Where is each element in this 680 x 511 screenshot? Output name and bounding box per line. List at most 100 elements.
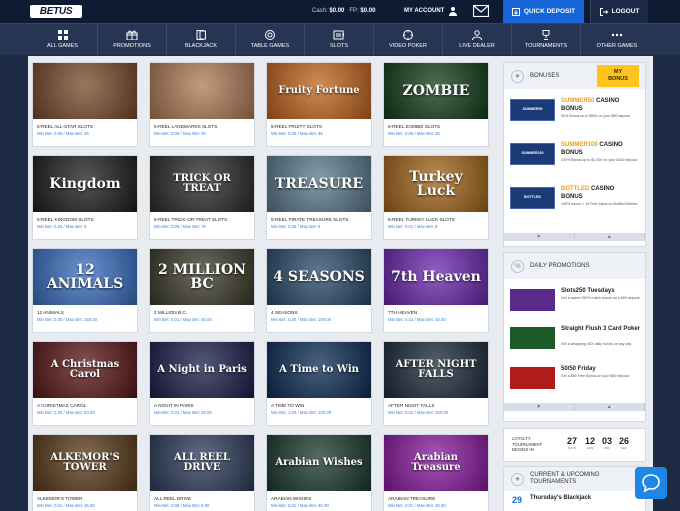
quick-deposit-label: QUICK DEPOSIT [523,8,576,15]
game-title: 7TH HEAVEN [388,310,418,315]
game-tile[interactable]: TRICK OR TREAT 5-REEL TRICK-OR-TREAT SLOT… [149,155,255,240]
game-title: 5-REEL TURKEY LUCK SLOTS [388,217,455,222]
game-tile[interactable]: A Night in Paris A NIGHT IN PARIS Min Bet:… [149,341,255,426]
game-bet-range: Min Bet: 0.05 / Max Bet: 45 [154,131,206,136]
promotion-image [510,367,555,389]
game-thumbnail[interactable]: TRICK OR TREAT [150,156,254,212]
game-art-title: A Christmas Carol [50,359,120,380]
trophy-icon: ★ [511,472,524,486]
game-thumbnail[interactable]: Turkey Luck [384,156,488,212]
nav-video-poker[interactable]: VIDEO POKER [374,24,443,56]
bonus-title-rest: CASINO [594,98,620,104]
game-thumbnail[interactable]: 12 ANIMALS [33,249,137,305]
game-tile[interactable]: ALL REEL DRIVE ALL REEL DRIVE Min Bet: 0.0… [149,434,255,511]
nav-other-games[interactable]: OTHER GAMES [581,24,653,56]
game-title: ARABIAN WISHES [271,496,312,501]
game-art-title: Arabian Wishes [275,457,363,468]
loyalty-countdown: LOYALTY TOURNAMENT BEGINS IN 27 DAYS 12 HRS … [503,428,646,462]
game-bet-range: Min Bet: 0.01 / Max Bet: 45.00 [388,503,446,508]
game-tile[interactable]: Arabian Treasure ARABIAN TREASURE Min Bet:… [383,434,489,511]
deposit-icon [511,7,520,16]
game-title: 5-REEL ZOMBIE SLOTS [388,124,441,129]
game-tile[interactable]: 5-REEL LANDMARKS SLOTS Min Bet: 0.05 / Ma… [149,62,255,147]
bonus-desc: 50% Bonus up to $500 on your $50 deposit [561,114,630,118]
tournament-title[interactable]: Thursday's Blackjack [530,495,591,501]
game-title: A CHRISTMAS CAROL [37,403,87,408]
game-tile[interactable]: AFTER NIGHT FALLS AFTER NIGHT FALLS Min Be… [383,341,489,426]
game-tile[interactable]: 2 MILLION BC 2 MILLION B.C. Min Bet: 0.01 … [149,248,255,333]
bonus-code: SUMMER50 [561,98,595,104]
nav-live-dealer[interactable]: LIVE DEALER [443,24,512,56]
game-thumbnail[interactable]: ZOMBIE [384,63,488,119]
game-tile[interactable]: A Time to Win A TIME TO WIN Min Bet: 1.00 … [266,341,372,426]
mail-button[interactable] [470,3,492,20]
game-thumbnail[interactable]: ALKEMOR'S TOWER [33,435,137,491]
nav-blackjack[interactable]: BLACKJACK [167,24,236,56]
chip-icon [265,30,275,40]
game-thumbnail[interactable]: Arabian Wishes [267,435,371,491]
game-title: A NIGHT IN PARIS [154,403,194,408]
scroll-down-button[interactable]: ▼ [504,403,575,411]
game-thumbnail[interactable]: Arabian Treasure [384,435,488,491]
game-title: A TIME TO WIN [271,403,305,408]
game-thumbnail[interactable]: Fruity Fortune [267,63,371,119]
game-tile[interactable]: ZOMBIE 5-REEL ZOMBIE SLOTS Min Bet: 0.05 /… [383,62,489,147]
game-tile[interactable]: 7th Heaven 7TH HEAVEN Min Bet: 0.01 / Max … [383,248,489,333]
tournaments-heading: CURRENT & UPCOMING TOURNAMENTS [530,472,600,485]
nav-table-games[interactable]: TABLE GAMES [236,24,305,56]
promotion-image [510,289,555,311]
game-tile[interactable]: ALKEMOR'S TOWER ALKEMOR'S TOWER Min Bet: 0… [32,434,138,511]
game-thumbnail[interactable]: A Time to Win [267,342,371,398]
game-title: ALL REEL DRIVE [154,496,192,501]
game-tile[interactable]: Arabian Wishes ARABIAN WISHES Min Bet: 0.0… [266,434,372,511]
game-tile[interactable]: Turkey Luck 5-REEL TURKEY LUCK SLOTS Min B… [383,155,489,240]
game-thumbnail[interactable]: 7th Heaven [384,249,488,305]
daily-promotions-panel: % DAILY PROMOTIONS Slots250 Tuesdays Get… [503,252,646,422]
game-tile[interactable]: TREASURE 5-REEL PIRATE TREASURE SLOTS Min … [266,155,372,240]
game-thumbnail[interactable]: A Christmas Carol [33,342,137,398]
logout-button[interactable]: LOGOUT [590,0,648,23]
nav-label: LIVE DEALER [459,43,495,49]
scroll-up-button[interactable]: ▲ [575,233,645,241]
game-tile[interactable]: 4 SEASONS 4 SEASONS Min Bet: 0.30 / Max Be… [266,248,372,333]
promotion-title: Straight Flush 3 Card Poker [561,326,641,332]
game-thumbnail[interactable]: 4 SEASONS [267,249,371,305]
game-bet-range: Min Bet: 0.30 / Max Bet: 150.00 [271,317,332,322]
game-art-title: Arabian Treasure [411,452,461,473]
scroll-down-button[interactable]: ▼ [504,233,575,241]
game-tile[interactable]: Kingdom 5-REEL KINGDOM SLOTS Min Bet: 0.25… [32,155,138,240]
main-content: 5-REEL ALL-STAR SLOTS Min Bet: 0.05 / Max… [28,56,653,511]
game-thumbnail[interactable]: ALL REEL DRIVE [150,435,254,491]
game-art-title: ALKEMOR'S TOWER [50,452,120,473]
game-thumbnail[interactable]: AFTER NIGHT FALLS [384,342,488,398]
betus-logo[interactable]: BETUS [30,5,82,18]
promotions-header: % DAILY PROMOTIONS [504,253,645,279]
my-account-button[interactable]: MY ACCOUNT [404,0,464,23]
game-thumbnail[interactable]: A Night in Paris [150,342,254,398]
scroll-up-button[interactable]: ▲ [575,403,645,411]
nav-tournaments[interactable]: TOURNAMENTS [512,24,581,56]
game-tile[interactable]: 12 ANIMALS 12 ANIMALS Min Bet: 0.30 / Max … [32,248,138,333]
quick-deposit-button[interactable]: QUICK DEPOSIT [503,0,584,23]
game-title: ALKEMOR'S TOWER [37,496,83,501]
nav-promotions[interactable]: PROMOTIONS [98,24,167,56]
game-art-title: Turkey Luck [409,169,463,199]
game-art-title: Kingdom [49,176,121,192]
game-tile[interactable]: A Christmas Carol A CHRISTMAS CAROL Min Be… [32,341,138,426]
game-thumbnail[interactable]: Kingdom [33,156,137,212]
my-bonus-button[interactable]: MY BONUS [597,65,639,87]
tournament-day: 29 [512,495,523,505]
loyalty-label: LOYALTY TOURNAMENT BEGINS IN [512,436,543,452]
game-thumbnail[interactable]: TREASURE [267,156,371,212]
game-bet-range: Min Bet: 0.01 / Max Bet: 45.00 [271,503,329,508]
chat-button[interactable] [635,467,667,499]
game-thumbnail[interactable] [33,63,137,119]
game-tile[interactable]: 5-REEL ALL-STAR SLOTS Min Bet: 0.05 / Max… [32,62,138,147]
game-title: 5-REEL TRICK-OR-TREAT SLOTS [154,217,228,222]
game-thumbnail[interactable] [150,63,254,119]
game-tile[interactable]: Fruity Fortune 5-REEL FRUITY SLOTS Min Bet… [266,62,372,147]
nav-all-games[interactable]: ALL GAMES [28,24,98,56]
game-thumbnail[interactable]: 2 MILLION BC [150,249,254,305]
countdown-hours: 12 HRS [584,436,595,450]
nav-slots[interactable]: SLOTS [305,24,374,56]
